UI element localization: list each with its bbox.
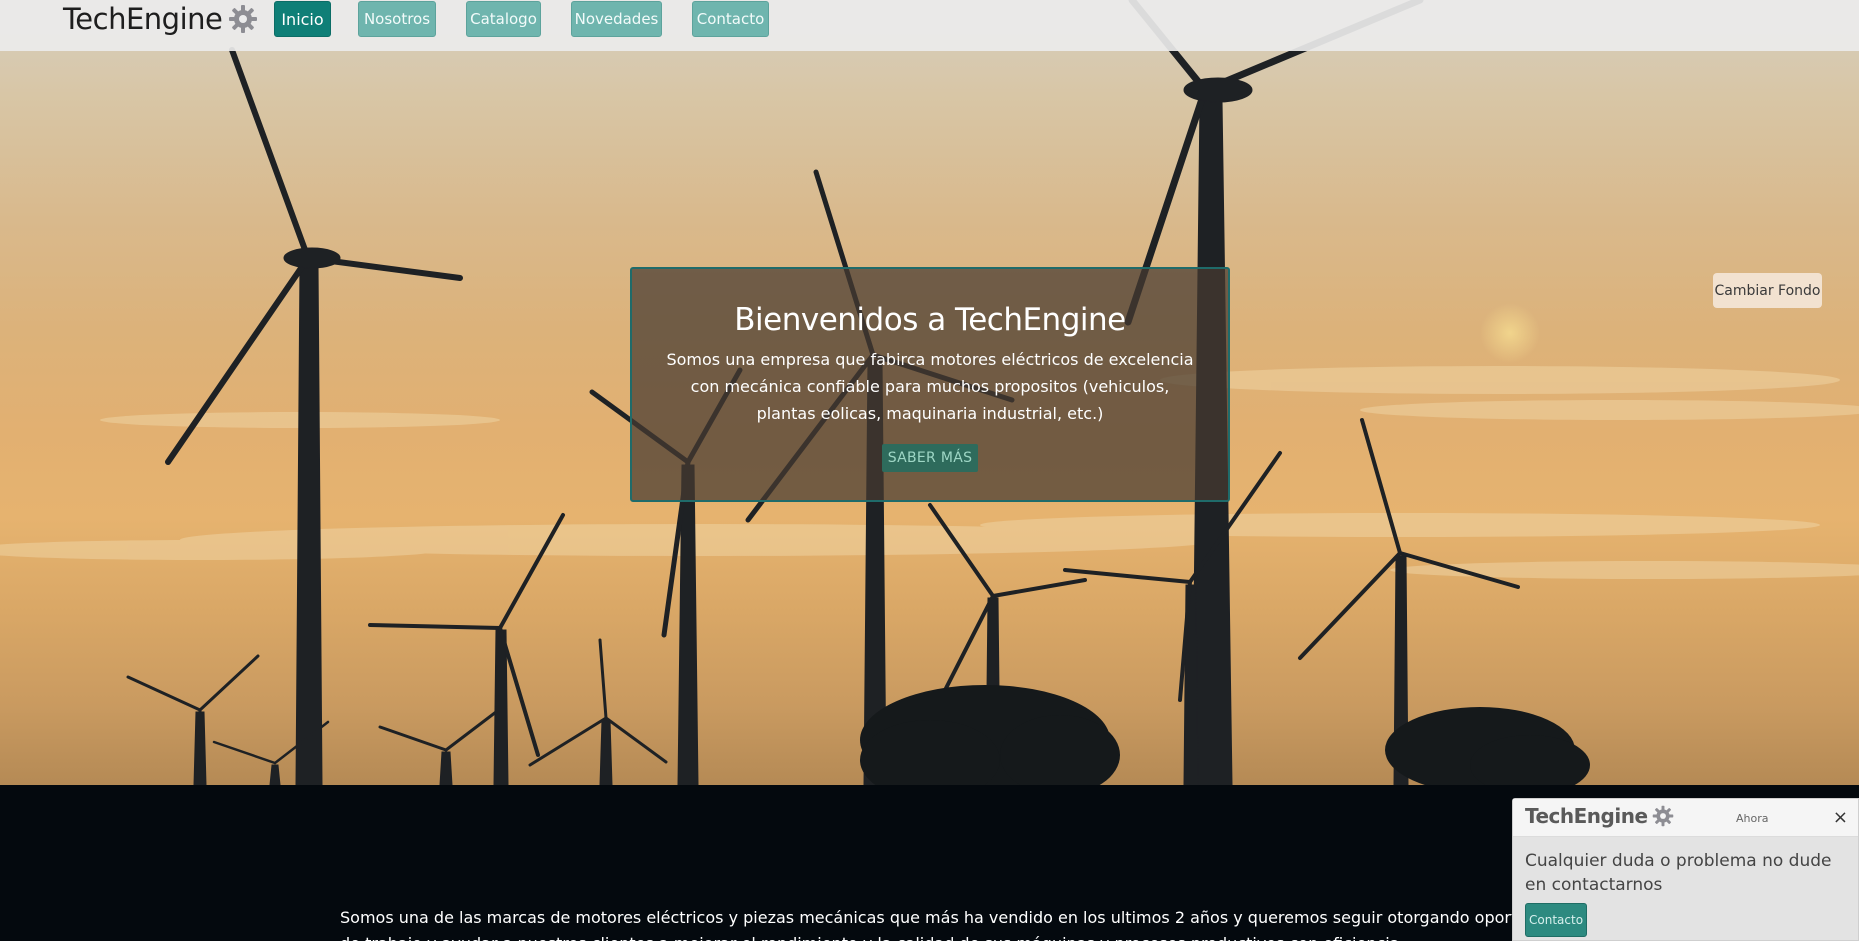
about-text-line-2: de trabajo y ayudar a nuestros clientes … [340, 934, 1510, 941]
close-icon[interactable]: × [1833, 807, 1848, 828]
nav-inicio[interactable]: Inicio [274, 1, 331, 37]
saber-mas-button[interactable]: SABER MÁS [881, 444, 979, 472]
brand-name: TechEngine [63, 2, 223, 36]
toast-contact-button[interactable]: Contacto [1525, 903, 1588, 937]
toast-message: Cualquier duda o problema no dude en con… [1525, 851, 1832, 895]
nav-catalogo[interactable]: Catalogo [466, 1, 541, 37]
nav-contacto[interactable]: Contacto [692, 1, 769, 37]
about-text-line-1: Somos una de las marcas de motores eléct… [340, 908, 1591, 927]
gear-icon [229, 5, 258, 33]
brand-logo[interactable]: TechEngine [63, 0, 258, 38]
navbar: TechEngine Inicio Nosotros Catalogo Nove… [0, 0, 1859, 51]
nav-novedades[interactable]: Novedades [571, 1, 662, 37]
toast-body: Cualquier duda o problema no dude en con… [1513, 837, 1858, 937]
page: TechEngine Inicio Nosotros Catalogo Nove… [0, 0, 1859, 941]
nav-nosotros[interactable]: Nosotros [358, 1, 436, 37]
welcome-title: Bienvenidos a TechEngine [734, 302, 1126, 338]
change-background-button[interactable]: Cambiar Fondo [1713, 273, 1822, 308]
toast-brand: TechEngine [1525, 804, 1674, 828]
welcome-description: Somos una empresa que fabirca motores el… [666, 350, 1194, 423]
toast-time: Ahora [1736, 812, 1769, 825]
gear-icon [1652, 805, 1673, 827]
toast-header: TechEngine Ahora × [1513, 799, 1858, 837]
toast-brand-name: TechEngine [1525, 804, 1648, 828]
contact-toast: TechEngine Ahora × Cualquier duda o prob… [1512, 798, 1859, 941]
welcome-card: Bienvenidos a TechEngine Somos una empre… [630, 267, 1230, 502]
